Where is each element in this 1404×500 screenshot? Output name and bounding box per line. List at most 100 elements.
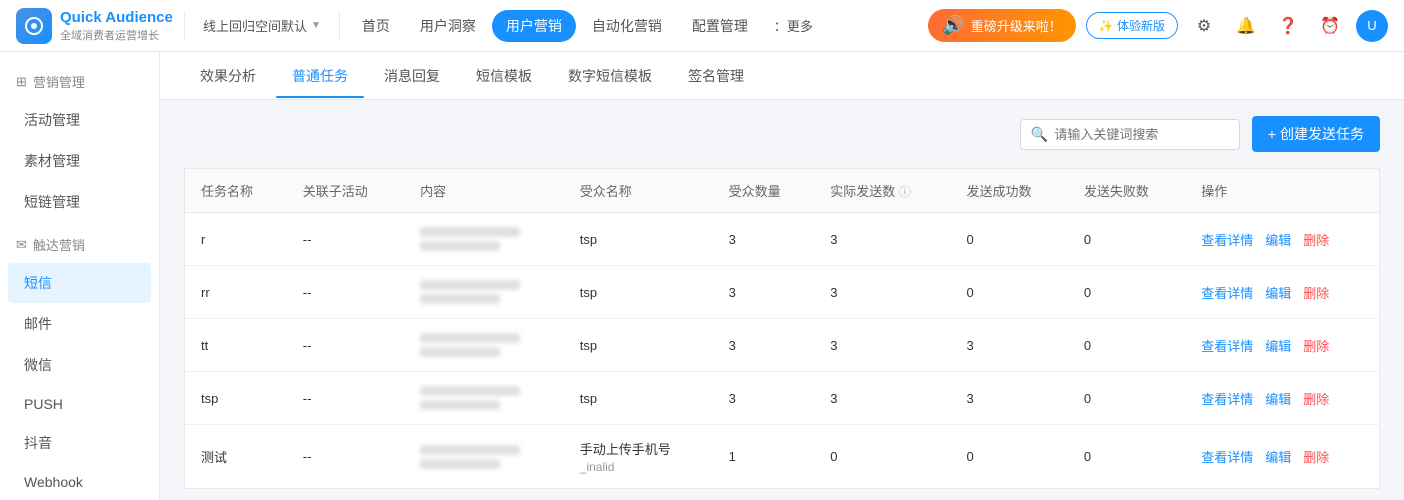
tab-signature[interactable]: 签名管理 xyxy=(672,54,760,98)
delete-link[interactable]: 删除 xyxy=(1303,447,1329,466)
sidebar-item-push[interactable]: PUSH xyxy=(8,386,151,422)
cell-success: 0 xyxy=(950,266,1067,319)
tab-digital-sms-template[interactable]: 数字短信模板 xyxy=(552,54,668,98)
cell-audience: tsp xyxy=(564,372,713,425)
tab-normal-tasks[interactable]: 普通任务 xyxy=(276,54,364,98)
cell-audience: 手动上传手机号 _inalid xyxy=(564,425,713,489)
cell-task-name: rr xyxy=(185,266,287,319)
cell-task-name: tsp xyxy=(185,372,287,425)
col-audience-count: 受众数量 xyxy=(713,169,815,213)
cell-success: 0 xyxy=(950,425,1067,489)
time-icon-btn[interactable]: ⏰ xyxy=(1314,10,1346,42)
upgrade-button[interactable]: 🔊 重磅升级来啦！ xyxy=(928,9,1075,42)
logo-subtitle: 全域消费者运营增长 xyxy=(60,27,173,43)
upgrade-icon: 🔊 xyxy=(942,15,964,36)
cell-content xyxy=(404,213,564,266)
sidebar-item-sms[interactable]: 短信 xyxy=(8,263,151,303)
search-input[interactable] xyxy=(1054,127,1230,142)
tab-message-reply[interactable]: 消息回复 xyxy=(368,54,456,98)
sidebar-section-title-1: ⊞ 营销管理 xyxy=(16,68,143,95)
logo-area: Quick Audience 全域消费者运营增长 xyxy=(16,8,176,44)
nav-divider2 xyxy=(339,11,340,41)
sidebar-item-activities[interactable]: 活动管理 xyxy=(8,100,151,140)
user-avatar[interactable]: U xyxy=(1356,10,1388,42)
nav-link-insights[interactable]: 用户洞察 xyxy=(406,10,490,42)
cell-content xyxy=(404,319,564,372)
sidebar-item-douyin[interactable]: 抖音 xyxy=(8,423,151,463)
nav-links: 首页 用户洞察 用户营销 自动化营销 配置管理 ：更多 xyxy=(348,10,928,42)
cell-fail: 0 xyxy=(1068,213,1185,266)
blur-line xyxy=(420,280,520,290)
help-icon-btn[interactable]: ❓ xyxy=(1272,10,1304,42)
table-row: tt -- tsp 3 3 3 0 xyxy=(185,319,1380,372)
edit-link[interactable]: 编辑 xyxy=(1265,230,1291,249)
nav-link-marketing[interactable]: 用户营销 xyxy=(492,10,576,42)
logo-text: Quick Audience 全域消费者运营增长 xyxy=(60,9,173,43)
blur-line xyxy=(420,347,500,357)
sidebar-item-webhook[interactable]: Webhook xyxy=(8,464,151,500)
info-icon[interactable]: ⓘ xyxy=(899,185,911,199)
sidebar-section-marketing: ⊞ 营销管理 xyxy=(0,60,159,99)
sidebar-section-reach: ✉ 触达营销 xyxy=(0,223,159,262)
tab-effect-analysis[interactable]: 效果分析 xyxy=(184,54,272,98)
col-send-fail: 发送失败数 xyxy=(1068,169,1185,213)
cell-sent: 3 xyxy=(814,372,950,425)
main-content: 效果分析 普通任务 消息回复 短信模板 数字短信模板 签名管理 🔍 + 创建发送… xyxy=(160,52,1404,500)
cell-fail: 0 xyxy=(1068,266,1185,319)
blur-line xyxy=(420,459,500,469)
notification-icon-btn[interactable]: 🔔 xyxy=(1230,10,1262,42)
nav-link-home[interactable]: 首页 xyxy=(348,10,404,42)
cell-task-name: 测试 xyxy=(185,425,287,489)
action-links: 查看详情 编辑 删除 xyxy=(1201,283,1363,302)
edit-link[interactable]: 编辑 xyxy=(1265,336,1291,355)
cell-fail: 0 xyxy=(1068,372,1185,425)
cell-actions: 查看详情 编辑 删除 xyxy=(1185,319,1379,372)
search-box[interactable]: 🔍 xyxy=(1020,119,1240,150)
table-header: 任务名称 关联子活动 内容 受众名称 受众数量 实际发送数 ⓘ 发送成功数 发送… xyxy=(185,169,1380,213)
cell-count: 1 xyxy=(713,425,815,489)
action-links: 查看详情 编辑 删除 xyxy=(1201,389,1363,408)
view-detail-link[interactable]: 查看详情 xyxy=(1201,447,1253,466)
try-new-button[interactable]: ✨ 体验新版 xyxy=(1086,12,1178,39)
edit-link[interactable]: 编辑 xyxy=(1265,283,1291,302)
cell-task-name: r xyxy=(185,213,287,266)
table-row: rr -- tsp 3 3 0 0 xyxy=(185,266,1380,319)
create-task-button[interactable]: + 创建发送任务 xyxy=(1252,116,1380,152)
view-detail-link[interactable]: 查看详情 xyxy=(1201,336,1253,355)
edit-link[interactable]: 编辑 xyxy=(1265,447,1291,466)
blur-line xyxy=(420,400,500,410)
view-detail-link[interactable]: 查看详情 xyxy=(1201,283,1253,302)
blur-line xyxy=(420,445,520,455)
blur-line xyxy=(420,294,500,304)
nav-link-config[interactable]: 配置管理 xyxy=(678,10,762,42)
view-detail-link[interactable]: 查看详情 xyxy=(1201,230,1253,249)
delete-link[interactable]: 删除 xyxy=(1303,230,1329,249)
edit-link[interactable]: 编辑 xyxy=(1265,389,1291,408)
table-row: 测试 -- 手动上传手机号 _inalid xyxy=(185,425,1380,489)
tab-sms-template[interactable]: 短信模板 xyxy=(460,54,548,98)
settings-icon-btn[interactable]: ⚙ xyxy=(1188,10,1220,42)
action-links: 查看详情 编辑 删除 xyxy=(1201,230,1363,249)
nav-link-automation[interactable]: 自动化营销 xyxy=(578,10,676,42)
cell-activity: -- xyxy=(287,266,404,319)
sidebar-item-shortlink[interactable]: 短链管理 xyxy=(8,182,151,222)
audience-name-sub: _inalid xyxy=(580,460,697,474)
delete-link[interactable]: 删除 xyxy=(1303,283,1329,302)
nav-workspace-dropdown[interactable]: 线上回归空间默认 ▼ xyxy=(193,10,331,41)
action-links: 查看详情 编辑 删除 xyxy=(1201,447,1363,466)
send-icon: ✉ xyxy=(16,237,27,253)
blur-line xyxy=(420,333,520,343)
search-icon: 🔍 xyxy=(1031,126,1048,143)
view-detail-link[interactable]: 查看详情 xyxy=(1201,389,1253,408)
nav-workspace-label: 线上回归空间默认 xyxy=(203,16,307,35)
delete-link[interactable]: 删除 xyxy=(1303,336,1329,355)
sidebar-item-email[interactable]: 邮件 xyxy=(8,304,151,344)
sidebar-item-materials[interactable]: 素材管理 xyxy=(8,141,151,181)
nav-link-more[interactable]: ：更多 xyxy=(764,10,823,41)
sidebar: ⊞ 营销管理 活动管理 素材管理 短链管理 ✉ 触达营销 短信 邮件 微信 PU… xyxy=(0,52,160,500)
content-preview xyxy=(420,280,548,304)
col-send-success: 发送成功数 xyxy=(950,169,1067,213)
col-actual-sent: 实际发送数 ⓘ xyxy=(814,169,950,213)
delete-link[interactable]: 删除 xyxy=(1303,389,1329,408)
sidebar-item-wechat[interactable]: 微信 xyxy=(8,345,151,385)
